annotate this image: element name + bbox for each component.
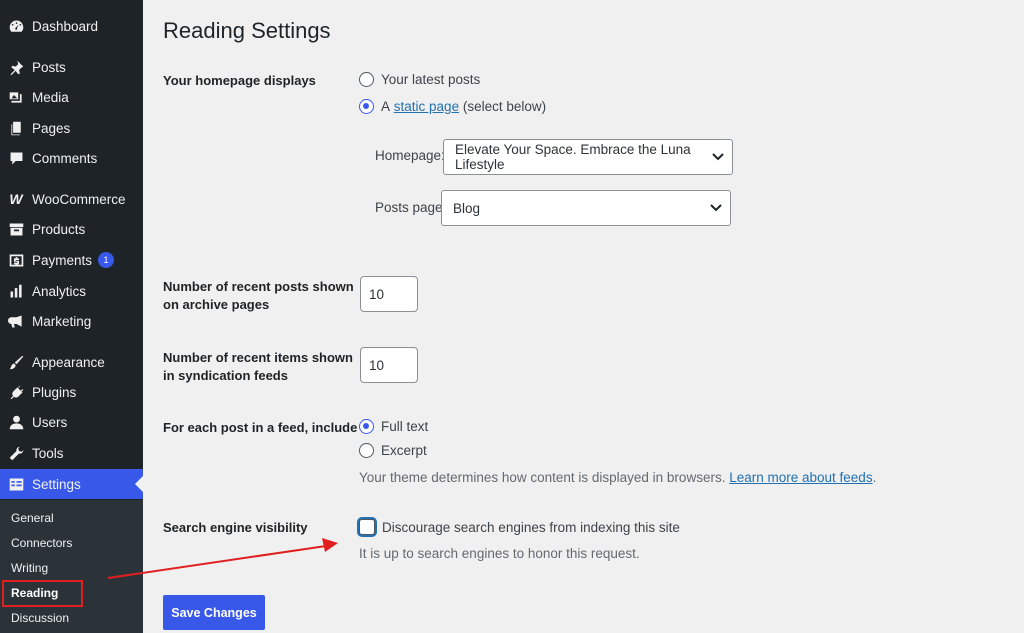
submenu-item-connectors[interactable]: Connectors <box>11 536 72 550</box>
syndication-input[interactable] <box>360 347 418 383</box>
sidebar-item-plugins[interactable]: Plugins <box>0 378 143 406</box>
radio-latest-posts[interactable]: Your latest posts <box>359 72 480 87</box>
highlight-box <box>2 580 83 607</box>
dashboard-icon <box>7 17 25 35</box>
sidebar-item-label: Payments <box>32 252 93 268</box>
label-line: Number of recent posts shown <box>163 279 354 294</box>
sidebar-item-label: Posts <box>32 59 66 75</box>
homepage-select-label: Homepage: <box>375 148 445 163</box>
feed-include-label: For each post in a feed, include <box>163 420 358 435</box>
sidebar-item-label: Media <box>32 89 69 105</box>
label-line: in syndication feeds <box>163 368 288 383</box>
sidebar-item-products[interactable]: Products <box>0 215 143 243</box>
submenu-item-writing[interactable]: Writing <box>11 561 48 575</box>
media-icon <box>7 88 25 106</box>
posts-page-select[interactable]: Blog <box>441 190 731 226</box>
sidebar-item-label: Products <box>32 221 86 237</box>
user-icon <box>7 413 25 431</box>
search-visibility-description: It is up to search engines to honor this… <box>359 546 640 561</box>
woocommerce-icon: W <box>9 191 23 207</box>
sidebar-item-label: Settings <box>32 476 81 492</box>
chevron-down-icon <box>710 204 722 212</box>
radio-static-page[interactable]: A static page (select below) <box>359 99 546 114</box>
sidebar-item-label: Plugins <box>32 384 77 400</box>
sidebar-item-users[interactable]: Users <box>0 408 143 436</box>
sidebar-item-payments[interactable]: Payments 1 <box>0 246 143 274</box>
radio-circle[interactable] <box>359 72 374 87</box>
homepage-select-value: Elevate Your Space. Embrace the Luna Lif… <box>455 142 691 172</box>
notification-badge: 1 <box>98 252 115 268</box>
posts-page-select-label: Posts page: <box>375 200 447 215</box>
wrench-icon <box>7 444 25 462</box>
sidebar-item-label: Marketing <box>32 313 92 329</box>
sidebar-item-comments[interactable]: Comments <box>0 144 143 172</box>
sidebar-item-label: Dashboard <box>32 18 99 34</box>
static-page-link[interactable]: static page <box>394 99 459 114</box>
radio-excerpt[interactable]: Excerpt <box>359 443 427 458</box>
chart-bar-icon <box>7 282 25 300</box>
radio-full-text[interactable]: Full text <box>359 419 428 434</box>
dollar-icon <box>7 251 25 269</box>
label-line: Number of recent items shown <box>163 350 353 365</box>
sidebar-item-dashboard[interactable]: Dashboard <box>0 12 143 40</box>
sidebar-item-label: WooCommerce <box>32 191 126 207</box>
radio-label-suffix: (select below) <box>462 99 547 114</box>
sidebar-item-appearance[interactable]: Appearance <box>0 348 143 376</box>
syndication-label: Number of recent items shown in syndicat… <box>163 349 353 385</box>
pages-icon <box>7 119 25 137</box>
checkbox-label: Discourage search engines from indexing … <box>382 519 680 535</box>
sidebar-item-tools[interactable]: Tools <box>0 439 143 467</box>
save-changes-button[interactable]: Save Changes <box>163 595 265 630</box>
megaphone-icon <box>7 312 25 330</box>
settings-submenu: General Connectors Writing Reading Discu… <box>0 500 143 633</box>
sidebar-item-label: Users <box>32 414 68 430</box>
feed-description-text: Your theme determines how content is dis… <box>359 470 726 485</box>
archive-posts-label: Number of recent posts shown on archive … <box>163 278 354 314</box>
homepage-displays-label: Your homepage displays <box>163 73 316 88</box>
label-line: on archive pages <box>163 297 270 312</box>
settings-icon <box>7 475 25 493</box>
comment-icon <box>7 149 25 167</box>
plug-icon <box>7 383 25 401</box>
sidebar-item-label: Analytics <box>32 283 87 299</box>
sidebar-item-label: Appearance <box>32 354 105 370</box>
radio-label: Full text <box>381 419 429 434</box>
checkbox-box[interactable] <box>359 519 375 535</box>
pin-icon <box>7 58 25 76</box>
submenu-item-discussion[interactable]: Discussion <box>11 611 69 625</box>
radio-circle[interactable] <box>359 443 374 458</box>
sidebar-item-posts[interactable]: Posts <box>0 53 143 81</box>
posts-page-select-value: Blog <box>453 200 481 216</box>
radio-label: Excerpt <box>381 443 427 458</box>
sidebar-item-marketing[interactable]: Marketing <box>0 307 143 335</box>
brush-icon <box>7 353 25 371</box>
sidebar-item-pages[interactable]: Pages <box>0 114 143 142</box>
sidebar-item-analytics[interactable]: Analytics <box>0 277 143 305</box>
radio-circle-selected[interactable] <box>359 99 374 114</box>
feed-description-end: . <box>872 470 877 485</box>
sidebar-item-settings[interactable]: Settings <box>0 469 143 499</box>
feed-description: Your theme determines how content is dis… <box>359 470 876 485</box>
sidebar-item-label: Tools <box>32 445 64 461</box>
homepage-select[interactable]: Elevate Your Space. Embrace the Luna Lif… <box>443 139 733 175</box>
archive-posts-input[interactable] <box>360 276 418 312</box>
search-visibility-label: Search engine visibility <box>163 520 308 535</box>
radio-label: A <box>381 99 391 114</box>
archive-icon <box>7 220 25 238</box>
sidebar-item-woocommerce[interactable]: W WooCommerce <box>0 185 143 213</box>
radio-circle-selected[interactable] <box>359 419 374 434</box>
chevron-down-icon <box>712 153 724 161</box>
page-title: Reading Settings <box>163 18 331 43</box>
sidebar-item-media[interactable]: Media <box>0 83 143 111</box>
main-content: Reading Settings Your homepage displays … <box>143 0 1024 633</box>
radio-label: Your latest posts <box>381 72 481 87</box>
admin-sidebar: Dashboard Posts Media Pages Comments W W… <box>0 0 143 633</box>
submenu-item-general[interactable]: General <box>11 511 54 525</box>
sidebar-item-label: Comments <box>32 150 98 166</box>
discourage-search-checkbox[interactable]: Discourage search engines from indexing … <box>359 519 680 535</box>
sidebar-item-label: Pages <box>32 120 71 136</box>
learn-more-feeds-link[interactable]: Learn more about feeds <box>729 470 872 485</box>
